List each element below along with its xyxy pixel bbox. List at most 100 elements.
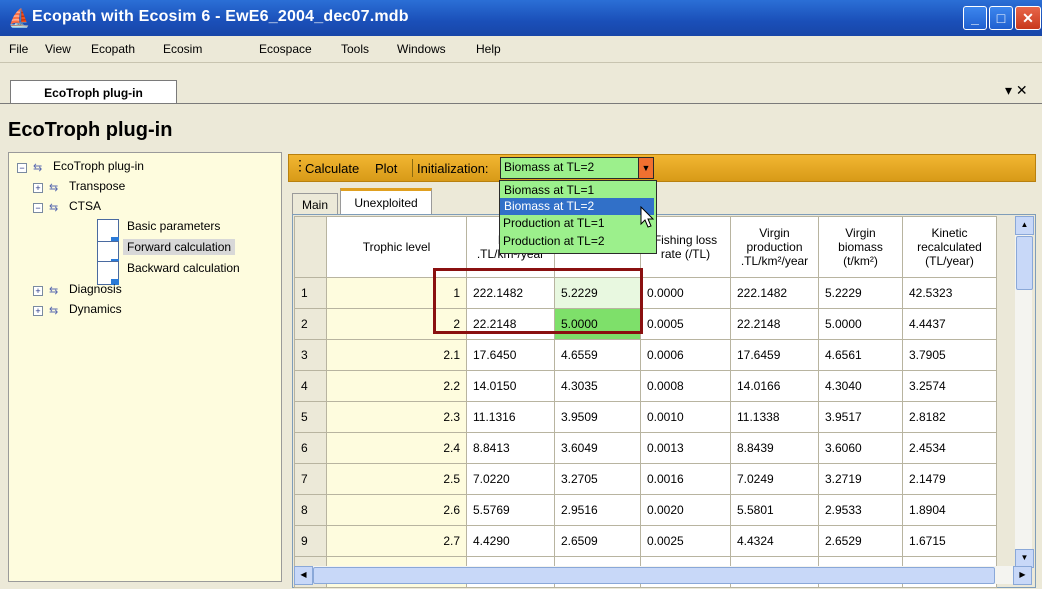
dropdown-option[interactable]: Production at TL=2	[503, 234, 605, 248]
tree-node-root[interactable]: EcoTroph plug-in	[53, 159, 144, 173]
table-cell[interactable]: 4.6561	[818, 339, 903, 371]
collapse-icon[interactable]: −	[17, 163, 27, 173]
table-cell[interactable]: 4.3035	[554, 370, 641, 402]
table-row[interactable]: 8 2.6 5.5769 2.9516 0.0020 5.5801 2.9533 1.8904	[294, 494, 997, 526]
horizontal-scroll-thumb[interactable]	[313, 567, 995, 584]
table-cell[interactable]: 4.3040	[818, 370, 903, 402]
table-cell[interactable]: 7.0220	[466, 463, 555, 495]
table-cell[interactable]: 222.1482	[730, 277, 819, 309]
scroll-up-icon[interactable]: ▲	[1015, 216, 1034, 235]
table-cell[interactable]: 4.4437	[902, 308, 997, 340]
table-cell[interactable]: 14.0166	[730, 370, 819, 402]
row-number[interactable]: 5	[294, 401, 327, 433]
table-cell[interactable]: 5.0000	[818, 308, 903, 340]
table-cell[interactable]: 3.2705	[554, 463, 641, 495]
table-cell[interactable]: 5.5769	[466, 494, 555, 526]
table-cell[interactable]: 2.6	[326, 494, 467, 526]
calculate-button[interactable]: Calculate	[305, 161, 359, 176]
dropdown-option[interactable]: Production at TL=1	[503, 216, 605, 230]
tree-node-dynamics[interactable]: Dynamics	[69, 302, 122, 316]
table-cell[interactable]: 0.0008	[640, 370, 731, 402]
table-row[interactable]: 6 2.4 8.8413 3.6049 0.0013 8.8439 3.6060 2.4534	[294, 432, 997, 464]
table-cell[interactable]: 2.4534	[902, 432, 997, 464]
table-cell[interactable]: 2.9516	[554, 494, 641, 526]
table-cell[interactable]: 0.0025	[640, 525, 731, 557]
dropdown-option[interactable]: Biomass at TL=1	[504, 183, 594, 197]
tree-node-transpose[interactable]: Transpose	[69, 179, 125, 193]
row-number[interactable]: 9	[294, 525, 327, 557]
maximize-button[interactable]: □	[989, 6, 1013, 30]
tree-node-ctsa[interactable]: CTSA	[69, 199, 101, 213]
table-cell[interactable]: 0.0005	[640, 308, 731, 340]
row-number[interactable]: 3	[294, 339, 327, 371]
table-row[interactable]: 1 1 222.1482 5.2229 0.0000 222.1482 5.2229 42.5…	[294, 277, 997, 309]
menu-tools[interactable]: Tools	[341, 42, 369, 56]
table-cell[interactable]: 0.0006	[640, 339, 731, 371]
expand-icon[interactable]: +	[33, 286, 43, 296]
table-cell[interactable]: 3.6060	[818, 432, 903, 464]
menu-file[interactable]: File	[9, 42, 28, 56]
minimize-button[interactable]: _	[963, 6, 987, 30]
table-cell[interactable]: 4.4324	[730, 525, 819, 557]
table-cell[interactable]: 2.1	[326, 339, 467, 371]
table-cell[interactable]: 3.7905	[902, 339, 997, 371]
chevron-down-icon[interactable]: ▼	[638, 157, 654, 179]
row-number[interactable]: 4	[294, 370, 327, 402]
table-row[interactable]: 7 2.5 7.0220 3.2705 0.0016 7.0249 3.2719 2.1479	[294, 463, 997, 495]
column-header[interactable]: Kinetic recalculated (TL/year)	[902, 216, 997, 278]
row-number[interactable]: 7	[294, 463, 327, 495]
expand-icon[interactable]: +	[33, 306, 43, 316]
tree-node-basic-parameters[interactable]: Basic parameters	[127, 219, 220, 233]
table-cell[interactable]: 22.2148	[730, 308, 819, 340]
tree-node-diagnosis[interactable]: Diagnosis	[69, 282, 122, 296]
table-cell[interactable]: 7.0249	[730, 463, 819, 495]
column-header[interactable]: Virgin production .TL/km²/year	[730, 216, 819, 278]
scroll-left-icon[interactable]: ◀	[294, 566, 313, 585]
document-tab[interactable]: EcoTroph plug-in	[10, 80, 177, 105]
table-cell[interactable]: 0.0016	[640, 463, 731, 495]
table-row[interactable]: 5 2.3 11.1316 3.9509 0.0010 11.1338 3.9517 2.81…	[294, 401, 997, 433]
table-cell[interactable]: 0.0013	[640, 432, 731, 464]
row-number[interactable]: 6	[294, 432, 327, 464]
dropdown-option-selected[interactable]: Biomass at TL=2	[500, 198, 654, 215]
vertical-scroll-thumb[interactable]	[1016, 236, 1033, 290]
table-cell[interactable]: 2.2	[326, 370, 467, 402]
expand-icon[interactable]: +	[33, 183, 43, 193]
row-number[interactable]: 1	[294, 277, 327, 309]
table-cell[interactable]: 2.9533	[818, 494, 903, 526]
plot-button[interactable]: Plot	[375, 161, 397, 176]
table-cell[interactable]: 17.6450	[466, 339, 555, 371]
collapse-icon[interactable]: −	[33, 203, 43, 213]
tree-node-forward-calculation[interactable]: Forward calculation	[123, 239, 236, 255]
table-cell[interactable]: 2.3	[326, 401, 467, 433]
table-cell[interactable]: 17.6459	[730, 339, 819, 371]
menu-ecosim[interactable]: Ecosim	[163, 42, 202, 56]
table-cell[interactable]: 2.5	[326, 463, 467, 495]
table-cell[interactable]: 2.1479	[902, 463, 997, 495]
table-cell[interactable]: 2.4	[326, 432, 467, 464]
menu-ecopath[interactable]: Ecopath	[91, 42, 135, 56]
table-cell[interactable]: 4.4290	[466, 525, 555, 557]
table-cell[interactable]: 2.8182	[902, 401, 997, 433]
row-number[interactable]: 8	[294, 494, 327, 526]
table-cell[interactable]: 3.9509	[554, 401, 641, 433]
row-number[interactable]: 2	[294, 308, 327, 340]
table-cell[interactable]: 0.0000	[640, 277, 731, 309]
tab-controls[interactable]: ▾ ✕	[1005, 82, 1028, 99]
scroll-right-icon[interactable]: ▶	[1013, 566, 1032, 585]
table-cell[interactable]: 2.6529	[818, 525, 903, 557]
table-cell[interactable]: 5.2229	[818, 277, 903, 309]
table-cell[interactable]: 3.9517	[818, 401, 903, 433]
table-cell[interactable]: 11.1338	[730, 401, 819, 433]
table-cell[interactable]: 3.6049	[554, 432, 641, 464]
table-cell[interactable]: 8.8439	[730, 432, 819, 464]
table-cell[interactable]: 5.5801	[730, 494, 819, 526]
table-cell[interactable]: 0.0010	[640, 401, 731, 433]
menu-view[interactable]: View	[45, 42, 71, 56]
table-cell[interactable]: 3.2719	[818, 463, 903, 495]
table-cell[interactable]: 14.0150	[466, 370, 555, 402]
column-header[interactable]: Virgin biomass (t/km²)	[818, 216, 903, 278]
table-cell[interactable]: 4.6559	[554, 339, 641, 371]
table-row[interactable]: 9 2.7 4.4290 2.6509 0.0025 4.4324 2.6529 1.6715	[294, 525, 997, 557]
table-row[interactable]: 4 2.2 14.0150 4.3035 0.0008 14.0166 4.3040 3.25…	[294, 370, 997, 402]
